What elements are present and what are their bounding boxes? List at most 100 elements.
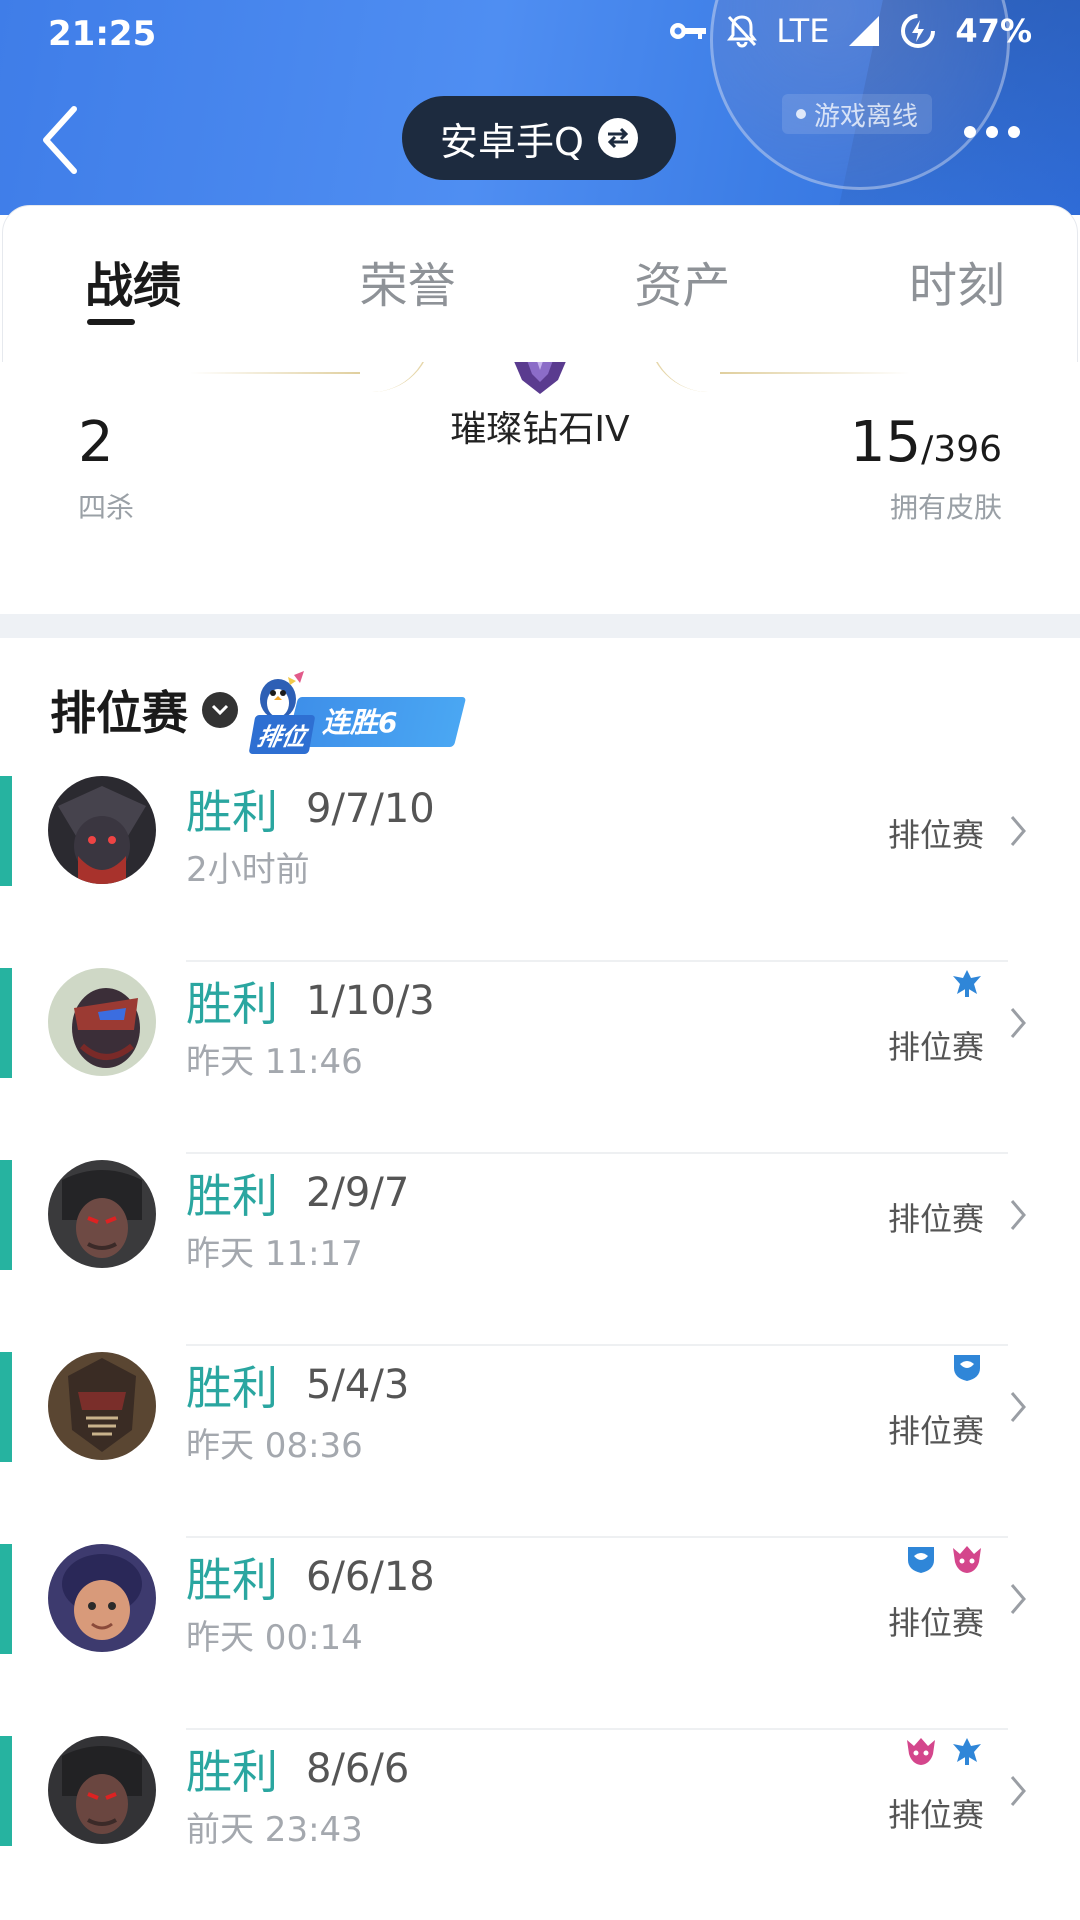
- hero-avatar: [48, 1736, 156, 1844]
- hero-avatar: [48, 776, 156, 884]
- battery-percent: 47%: [955, 12, 1032, 50]
- match-mode: 排位赛: [887, 1604, 984, 1642]
- hero-portrait-icon: [48, 776, 156, 884]
- diamond-rank-emblem-icon: [514, 362, 566, 394]
- match-row[interactable]: 胜利 2/9/7 昨天 11:17 排位赛: [0, 1154, 1080, 1346]
- back-button[interactable]: [40, 100, 92, 180]
- status-dot-icon: [795, 109, 806, 119]
- rank-frame-right: [648, 362, 728, 392]
- win-indicator: [0, 1736, 12, 1846]
- match-mode: 排位赛: [887, 1796, 984, 1834]
- hero-avatar: [48, 1544, 156, 1652]
- app-header: 21:25 LTE 47% 安卓手Q 游戏离线: [0, 0, 1080, 215]
- win-streak-badge: 排位 连胜6: [248, 667, 467, 754]
- hero-avatar: [48, 1160, 156, 1268]
- match-badges: [950, 968, 984, 998]
- match-mode: 排位赛: [887, 816, 984, 854]
- chevron-right-icon: [1010, 1008, 1026, 1038]
- match-result: 胜利: [186, 785, 278, 839]
- win-indicator: [0, 776, 12, 886]
- blue-shield-icon: [954, 1355, 980, 1381]
- match-row[interactable]: 胜利 1/10/3 昨天 11:46 排位赛: [0, 962, 1080, 1154]
- match-mode: 排位赛: [887, 1412, 984, 1450]
- tab-moments[interactable]: 时刻: [909, 206, 1005, 366]
- hero-portrait-icon: [48, 1352, 156, 1460]
- hero-portrait-icon: [48, 1160, 156, 1268]
- match-result: 胜利: [186, 1745, 278, 1799]
- hero-portrait-icon: [48, 968, 156, 1076]
- game-status-badge: 游戏离线: [781, 94, 932, 134]
- chevron-right-icon: [1010, 816, 1026, 846]
- chevron-left-icon: [43, 106, 77, 174]
- streak-rank-tag: 排位: [248, 715, 316, 754]
- section-title: 排位赛: [50, 686, 188, 740]
- more-dot-icon: [1008, 126, 1020, 138]
- chevron-right-icon: [1010, 1200, 1026, 1230]
- match-time: 昨天 11:17: [186, 1234, 363, 1274]
- stats-summary: 璀璨钻石IV 2 四杀 15/396 拥有皮肤: [0, 362, 1080, 614]
- match-time: 昨天 08:36: [186, 1426, 363, 1466]
- match-kda: 5/4/3: [306, 1362, 410, 1408]
- match-type-filter[interactable]: 排位赛 排位 连胜6: [50, 660, 467, 760]
- match-badges: [950, 1352, 984, 1382]
- quadra-kill-count: 2: [78, 410, 114, 475]
- win-indicator: [0, 1544, 12, 1654]
- rank-frame-left: [352, 362, 432, 392]
- match-result: 胜利: [186, 977, 278, 1031]
- tab-honor[interactable]: 荣誉: [360, 206, 456, 366]
- skins-total: /396: [921, 429, 1002, 470]
- match-row[interactable]: 胜利 6/6/18 昨天 00:14 排位赛: [0, 1538, 1080, 1730]
- account-switcher[interactable]: 安卓手Q: [402, 96, 676, 180]
- match-kda: 2/9/7: [306, 1170, 410, 1216]
- rank-divider-right: [720, 372, 910, 374]
- tab-record[interactable]: 战绩: [85, 206, 181, 366]
- tab-bar: 战绩 荣誉 资产 时刻: [2, 205, 1078, 365]
- more-dot-icon: [964, 126, 976, 138]
- match-kda: 9/7/10: [306, 786, 435, 832]
- chevron-right-icon: [1010, 1776, 1026, 1806]
- swap-icon: [597, 118, 638, 158]
- hero-portrait-icon: [48, 1544, 156, 1652]
- hero-avatar: [48, 968, 156, 1076]
- match-row[interactable]: 胜利 5/4/3 昨天 08:36 排位赛: [0, 1346, 1080, 1538]
- win-indicator: [0, 968, 12, 1078]
- match-badges: [904, 1736, 984, 1766]
- win-indicator: [0, 1160, 12, 1270]
- tab-label: 资产: [634, 258, 731, 314]
- match-result: 胜利: [186, 1361, 278, 1415]
- match-list: 胜利 9/7/10 2小时前 排位赛 胜利 1/10/3 昨天 11:46 排位…: [0, 770, 1080, 1920]
- match-kda: 6/6/18: [306, 1554, 435, 1600]
- chevron-right-icon: [1010, 1584, 1026, 1614]
- active-tab-indicator: [87, 319, 135, 325]
- skins-owned-value: 15: [849, 410, 922, 475]
- battery-saver-icon: [899, 12, 937, 50]
- match-kda: 8/6/6: [306, 1746, 410, 1792]
- match-time: 昨天 11:46: [186, 1042, 363, 1082]
- tab-assets[interactable]: 资产: [634, 206, 730, 366]
- chevron-down-icon: [202, 692, 238, 728]
- network-type: LTE: [776, 12, 830, 50]
- win-indicator: [0, 1352, 12, 1462]
- tab-label: 战绩: [85, 258, 182, 314]
- match-time: 前天 23:43: [186, 1810, 363, 1850]
- blue-fork-icon: [953, 1738, 981, 1765]
- match-kda: 1/10/3: [306, 978, 435, 1024]
- tab-label: 时刻: [908, 258, 1005, 314]
- account-name: 安卓手Q: [440, 119, 584, 164]
- status-bar-right: LTE 47%: [668, 12, 1032, 50]
- quadra-kill-label: 四杀: [78, 491, 135, 524]
- more-options-button[interactable]: [964, 126, 1020, 138]
- match-row[interactable]: 胜利 8/6/6 前天 23:43 排位赛: [0, 1730, 1080, 1920]
- match-badges: [904, 1544, 984, 1574]
- signal-icon: [847, 14, 881, 48]
- match-result: 胜利: [186, 1553, 278, 1607]
- match-time: 昨天 00:14: [186, 1618, 363, 1658]
- status-time: 21:25: [48, 14, 157, 54]
- section-divider: [0, 614, 1080, 638]
- hero-portrait-icon: [48, 1736, 156, 1844]
- rank-divider-left: [190, 372, 360, 374]
- more-dot-icon: [986, 126, 998, 138]
- match-time: 2小时前: [186, 850, 310, 890]
- match-row[interactable]: 胜利 9/7/10 2小时前 排位赛: [0, 770, 1080, 962]
- skins-owned-label: 拥有皮肤: [889, 491, 1002, 524]
